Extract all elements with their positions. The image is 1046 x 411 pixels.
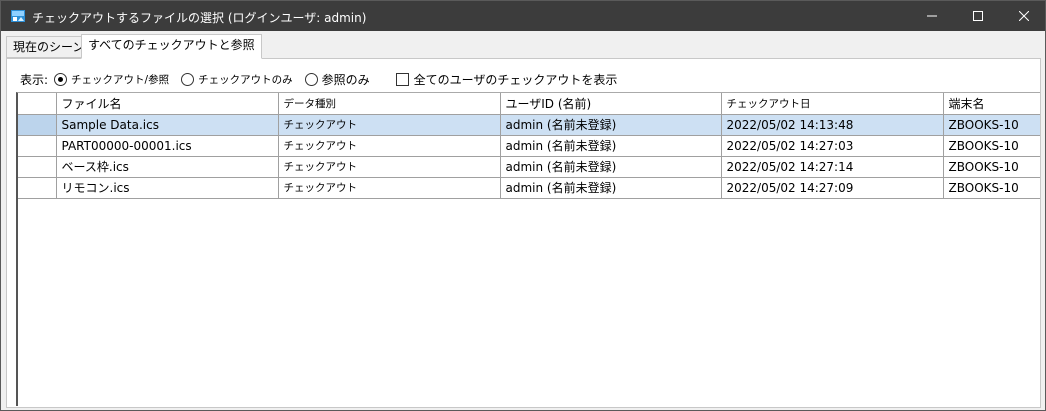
radio-checkout-and-reference[interactable]: チェックアウト/参照 xyxy=(54,72,169,87)
maximize-icon xyxy=(973,11,983,21)
row-header[interactable] xyxy=(18,135,57,157)
radio-indicator[interactable] xyxy=(54,72,68,86)
cell-machine[interactable]: ZBOOKS-10 xyxy=(943,156,1040,178)
table-row[interactable]: Sample Data.ics チェックアウト admin (名前未登録) 20… xyxy=(18,114,1040,136)
cell-user-id[interactable]: admin (名前未登録) xyxy=(500,177,722,199)
tab-current-scene[interactable]: 現在のシーン xyxy=(6,36,92,58)
minimize-icon xyxy=(927,15,937,17)
app-icon xyxy=(10,8,26,24)
cell-filename[interactable]: リモコン.ics xyxy=(56,177,279,199)
display-filter-label: 表示: xyxy=(20,72,49,87)
tab-strip: 現在のシーン すべてのチェックアウトと参照 xyxy=(1,31,1045,59)
minimize-button[interactable] xyxy=(909,1,955,31)
radio-label: 参照のみ xyxy=(321,72,370,87)
title-bar[interactable]: チェックアウトするファイルの選択 (ログインユーザ: admin) xyxy=(1,1,1045,31)
radio-indicator[interactable] xyxy=(181,72,195,86)
checkout-grid[interactable]: ファイル名 データ種別 ユーザID (名前) チェックアウト日 端末名 Samp… xyxy=(16,92,1040,406)
column-header-filename[interactable]: ファイル名 xyxy=(56,93,279,115)
cell-user-id[interactable]: admin (名前未登録) xyxy=(500,135,722,157)
cell-filename[interactable]: PART00000-00001.ics xyxy=(56,135,279,157)
radio-checkout-only[interactable]: チェックアウトのみ xyxy=(181,72,293,87)
cell-machine[interactable]: ZBOOKS-10 xyxy=(943,114,1040,136)
cell-data-type[interactable]: チェックアウト xyxy=(278,177,501,199)
cell-user-id[interactable]: admin (名前未登録) xyxy=(500,156,722,178)
table-row[interactable]: ベース枠.ics チェックアウト admin (名前未登録) 2022/05/0… xyxy=(18,156,1040,178)
radio-label: チェックアウトのみ xyxy=(198,73,293,86)
checkbox-indicator[interactable] xyxy=(395,72,409,86)
table-row[interactable]: リモコン.ics チェックアウト admin (名前未登録) 2022/05/0… xyxy=(18,177,1040,199)
header-row: ファイル名 データ種別 ユーザID (名前) チェックアウト日 端末名 xyxy=(18,93,1040,115)
column-header-checkout-date[interactable]: チェックアウト日 xyxy=(721,93,944,115)
cell-data-type[interactable]: チェックアウト xyxy=(278,156,501,178)
radio-label: チェックアウト/参照 xyxy=(71,73,170,86)
window-title: チェックアウトするファイルの選択 (ログインユーザ: admin) xyxy=(32,11,367,25)
cell-machine[interactable]: ZBOOKS-10 xyxy=(943,177,1040,199)
column-header-user-id[interactable]: ユーザID (名前) xyxy=(500,93,722,115)
checkbox-label: 全てのユーザのチェックアウトを表示 xyxy=(413,72,618,87)
cell-checkout-date[interactable]: 2022/05/02 14:27:14 xyxy=(721,156,944,178)
row-header[interactable] xyxy=(18,114,57,136)
cell-user-id[interactable]: admin (名前未登録) xyxy=(500,114,722,136)
cell-checkout-date[interactable]: 2022/05/02 14:27:09 xyxy=(721,177,944,199)
close-icon xyxy=(1019,11,1029,21)
close-button[interactable] xyxy=(1001,1,1046,31)
cell-filename[interactable]: Sample Data.ics xyxy=(56,114,279,136)
checkout-table: ファイル名 データ種別 ユーザID (名前) チェックアウト日 端末名 Samp… xyxy=(18,93,1040,199)
column-header-data-type[interactable]: データ種別 xyxy=(278,93,501,115)
table-row[interactable]: PART00000-00001.ics チェックアウト admin (名前未登録… xyxy=(18,135,1040,157)
cell-data-type[interactable]: チェックアウト xyxy=(278,114,501,136)
cell-machine[interactable]: ZBOOKS-10 xyxy=(943,135,1040,157)
cell-data-type[interactable]: チェックアウト xyxy=(278,135,501,157)
maximize-button[interactable] xyxy=(955,1,1001,31)
radio-indicator[interactable] xyxy=(304,72,318,86)
row-header[interactable] xyxy=(18,177,57,199)
row-header-corner xyxy=(18,93,57,115)
show-all-users-checkbox[interactable]: 全てのユーザのチェックアウトを表示 xyxy=(395,71,618,88)
tab-panel: 表示: チェックアウト/参照 チェックアウトのみ 参照のみ 全てのユーザのチェッ… xyxy=(6,58,1041,408)
column-header-machine[interactable]: 端末名 xyxy=(943,93,1040,115)
checkout-file-dialog: チェックアウトするファイルの選択 (ログインユーザ: admin) 現在のシーン… xyxy=(0,0,1046,411)
radio-reference-only[interactable]: 参照のみ xyxy=(304,71,370,88)
cell-checkout-date[interactable]: 2022/05/02 14:13:48 xyxy=(721,114,944,136)
row-header[interactable] xyxy=(18,156,57,178)
cell-filename[interactable]: ベース枠.ics xyxy=(56,156,279,178)
display-filter: 表示: チェックアウト/参照 チェックアウトのみ 参照のみ 全てのユーザのチェッ… xyxy=(20,70,617,88)
tab-all-checkouts[interactable]: すべてのチェックアウトと参照 xyxy=(81,34,262,59)
cell-checkout-date[interactable]: 2022/05/02 14:27:03 xyxy=(721,135,944,157)
